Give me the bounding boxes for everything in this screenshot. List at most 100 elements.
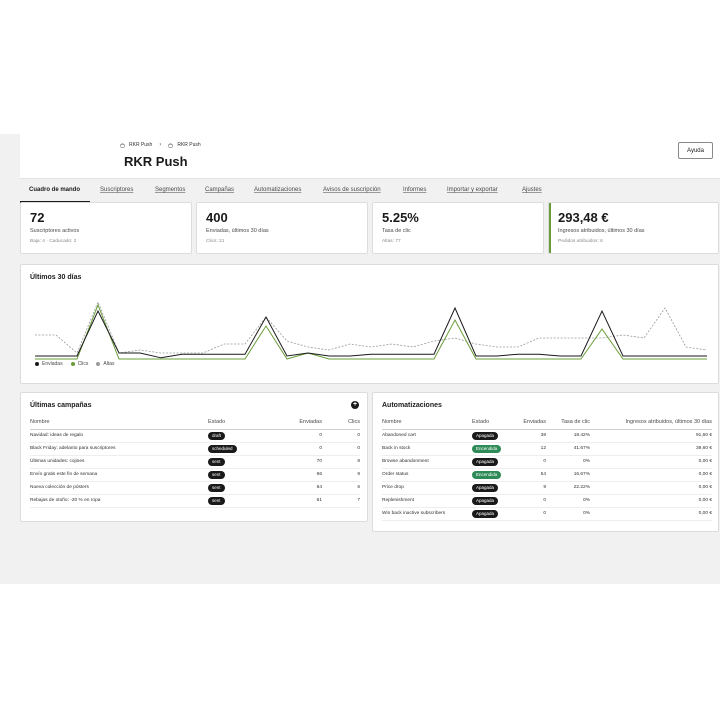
automation-click-rate: 22.22% — [546, 481, 590, 495]
campaign-clicks: 8 — [322, 455, 360, 469]
kpi-value: 5.25% — [382, 210, 419, 225]
tab-import-export[interactable]: Importar y exportar — [447, 187, 498, 193]
automations-title: Automatizaciones — [382, 402, 442, 409]
status-badge[interactable]: Apagada — [472, 483, 499, 492]
campaign-name[interactable]: Black Friday: adelanto para suscriptores — [30, 442, 208, 456]
campaign-name[interactable]: Rebajas de otoño: -20 % en ropa — [30, 494, 208, 508]
automation-name[interactable]: Browse abandonment — [382, 455, 472, 469]
table-row[interactable]: Win back inactive subscribers Apagada 0 0% 0… — [382, 507, 712, 521]
kpi-card-revenue: 293,48 € Ingresos atribuidos, últimos 30… — [548, 202, 719, 254]
status-badge[interactable]: Apagada — [472, 431, 499, 440]
breadcrumb-item[interactable]: RKR Push — [129, 142, 152, 148]
automation-revenue: 0,00 € — [590, 455, 712, 469]
kpi-subtext: Baja: 4 · Caducado: 2 — [30, 239, 77, 244]
kpi-value: 293,48 € — [558, 210, 609, 225]
status-badge[interactable]: Apagada — [472, 496, 499, 505]
table-row[interactable]: Price drop Apagada 9 22.22% 0,00 € — [382, 481, 712, 495]
column-header: Ingresos atribuidos, últimos 30 días — [590, 417, 712, 430]
status-badge[interactable]: Encendida — [472, 444, 502, 453]
campaign-status: sent — [208, 494, 270, 508]
automation-name[interactable]: Replenishment — [382, 494, 472, 508]
table-row[interactable]: Browse abandonment Apagada 0 0% 0,00 € — [382, 455, 712, 469]
tab-settings[interactable]: Ajustes — [522, 187, 542, 193]
status-badge[interactable]: Encendida — [472, 470, 502, 479]
legend-label: Altas — [103, 361, 115, 367]
tab-bar: Cuadro de mando Suscriptores Segmentos C… — [20, 178, 720, 203]
breadcrumb: RKR Push › RKR Push — [120, 142, 201, 148]
table-row[interactable]: Nueva colección de pósters sent 64 6 — [30, 481, 360, 495]
campaign-status: sent — [208, 481, 270, 495]
automation-name[interactable]: Win back inactive subscribers — [382, 507, 472, 521]
campaign-name[interactable]: Últimas unidades: cojines — [30, 455, 208, 469]
status-badge[interactable]: Apagada — [472, 457, 499, 466]
legend-swatch — [70, 362, 75, 366]
tab-subscribers[interactable]: Suscriptores — [100, 187, 133, 193]
status-badge: sent — [208, 483, 225, 492]
automation-name[interactable]: Price drop — [382, 481, 472, 495]
legend-swatch — [96, 362, 101, 366]
automation-sent: 12 — [516, 442, 546, 456]
status-badge[interactable]: Apagada — [472, 509, 499, 518]
legend-item-signups[interactable]: Altas — [96, 361, 115, 367]
table-row[interactable]: Order status Encendida 54 16.67% 0,00 € — [382, 468, 712, 482]
automation-sent: 38 — [516, 429, 546, 443]
chevron-right-icon: › — [159, 142, 162, 148]
tab-segments[interactable]: Segmentos — [155, 187, 185, 193]
kpi-value: 72 — [30, 210, 45, 225]
line-chart — [35, 300, 708, 360]
automation-status: Encendida — [472, 468, 516, 482]
automation-click-rate: 0% — [546, 494, 590, 508]
automation-revenue: 0,00 € — [590, 468, 712, 482]
automation-click-rate: 41.67% — [546, 442, 590, 456]
status-badge: sent — [208, 457, 225, 466]
legend-item-sent[interactable]: Enviadas — [35, 361, 63, 367]
kpi-subtext: Pedidos atribuidos: 6 — [558, 239, 603, 244]
column-header: Clics — [322, 417, 360, 430]
status-badge: draft — [208, 431, 226, 440]
campaign-sent: 66 — [270, 468, 322, 482]
status-badge: sent — [208, 470, 225, 479]
kpi-value: 400 — [206, 210, 228, 225]
automations-table: Nombre Estado Enviadas Tasa de clic Ingr… — [382, 417, 712, 521]
legend-item-clicks[interactable]: Clics — [70, 361, 88, 367]
tab-campaigns[interactable]: Campañas — [205, 187, 234, 193]
tab-reports[interactable]: Informes — [403, 187, 426, 193]
automation-status: Apagada — [472, 494, 516, 508]
breadcrumb-item[interactable]: RKR Push — [177, 142, 200, 148]
automation-revenue: 0,00 € — [590, 507, 712, 521]
automation-name[interactable]: Abandoned cart — [382, 429, 472, 443]
table-row[interactable]: Navidad: ideas de regalo draft 0 0 — [30, 429, 360, 443]
campaign-name[interactable]: Nueva colección de pósters — [30, 481, 208, 495]
column-header: Nombre — [382, 417, 472, 430]
add-campaign-icon[interactable]: + — [351, 401, 359, 409]
campaign-name[interactable]: Navidad: ideas de regalo — [30, 429, 208, 443]
tab-automations[interactable]: Automatizaciones — [254, 187, 301, 193]
campaign-clicks: 6 — [322, 481, 360, 495]
help-button[interactable]: Ayuda — [678, 142, 713, 159]
shop-icon — [168, 142, 174, 148]
page-title: RKR Push — [124, 154, 188, 169]
campaign-name[interactable]: Envío gratis este fin de semana — [30, 468, 208, 482]
table-row[interactable]: Back in stock Encendida 12 41.67% 39,60 € — [382, 442, 712, 456]
table-row[interactable]: Black Friday: adelanto para suscriptores… — [30, 442, 360, 456]
series-line-altas — [35, 300, 708, 354]
table-row[interactable]: Envío gratis este fin de semana sent 66 9 — [30, 468, 360, 482]
kpi-label: Enviadas, últimos 30 días — [206, 228, 269, 234]
shop-icon — [120, 142, 125, 148]
campaign-sent: 61 — [270, 494, 322, 508]
tab-subscription-notices[interactable]: Avisos de suscripción — [323, 187, 381, 193]
column-header: Enviadas — [270, 417, 322, 430]
table-row[interactable]: Replenishment Apagada 0 0% 0,00 € — [382, 494, 712, 508]
kpi-label: Ingresos atribuidos, últimos 30 días — [558, 228, 645, 234]
tab-dashboard[interactable]: Cuadro de mando — [29, 187, 80, 193]
automation-name[interactable]: Order status — [382, 468, 472, 482]
kpi-accent-bar — [549, 203, 551, 253]
table-row[interactable]: Abandoned cart Apagada 38 18.42% 91,60 € — [382, 429, 712, 443]
automation-name[interactable]: Back in stock — [382, 442, 472, 456]
table-row[interactable]: Rebajas de otoño: -20 % en ropa sent 61 7 — [30, 494, 360, 508]
kpi-card-subscribers: 72 Suscriptores activos Baja: 4 · Caduca… — [20, 202, 192, 254]
status-badge: sent — [208, 496, 225, 505]
campaign-sent: 0 — [270, 442, 322, 456]
table-row[interactable]: Últimas unidades: cojines sent 70 8 — [30, 455, 360, 469]
automation-status: Apagada — [472, 481, 516, 495]
